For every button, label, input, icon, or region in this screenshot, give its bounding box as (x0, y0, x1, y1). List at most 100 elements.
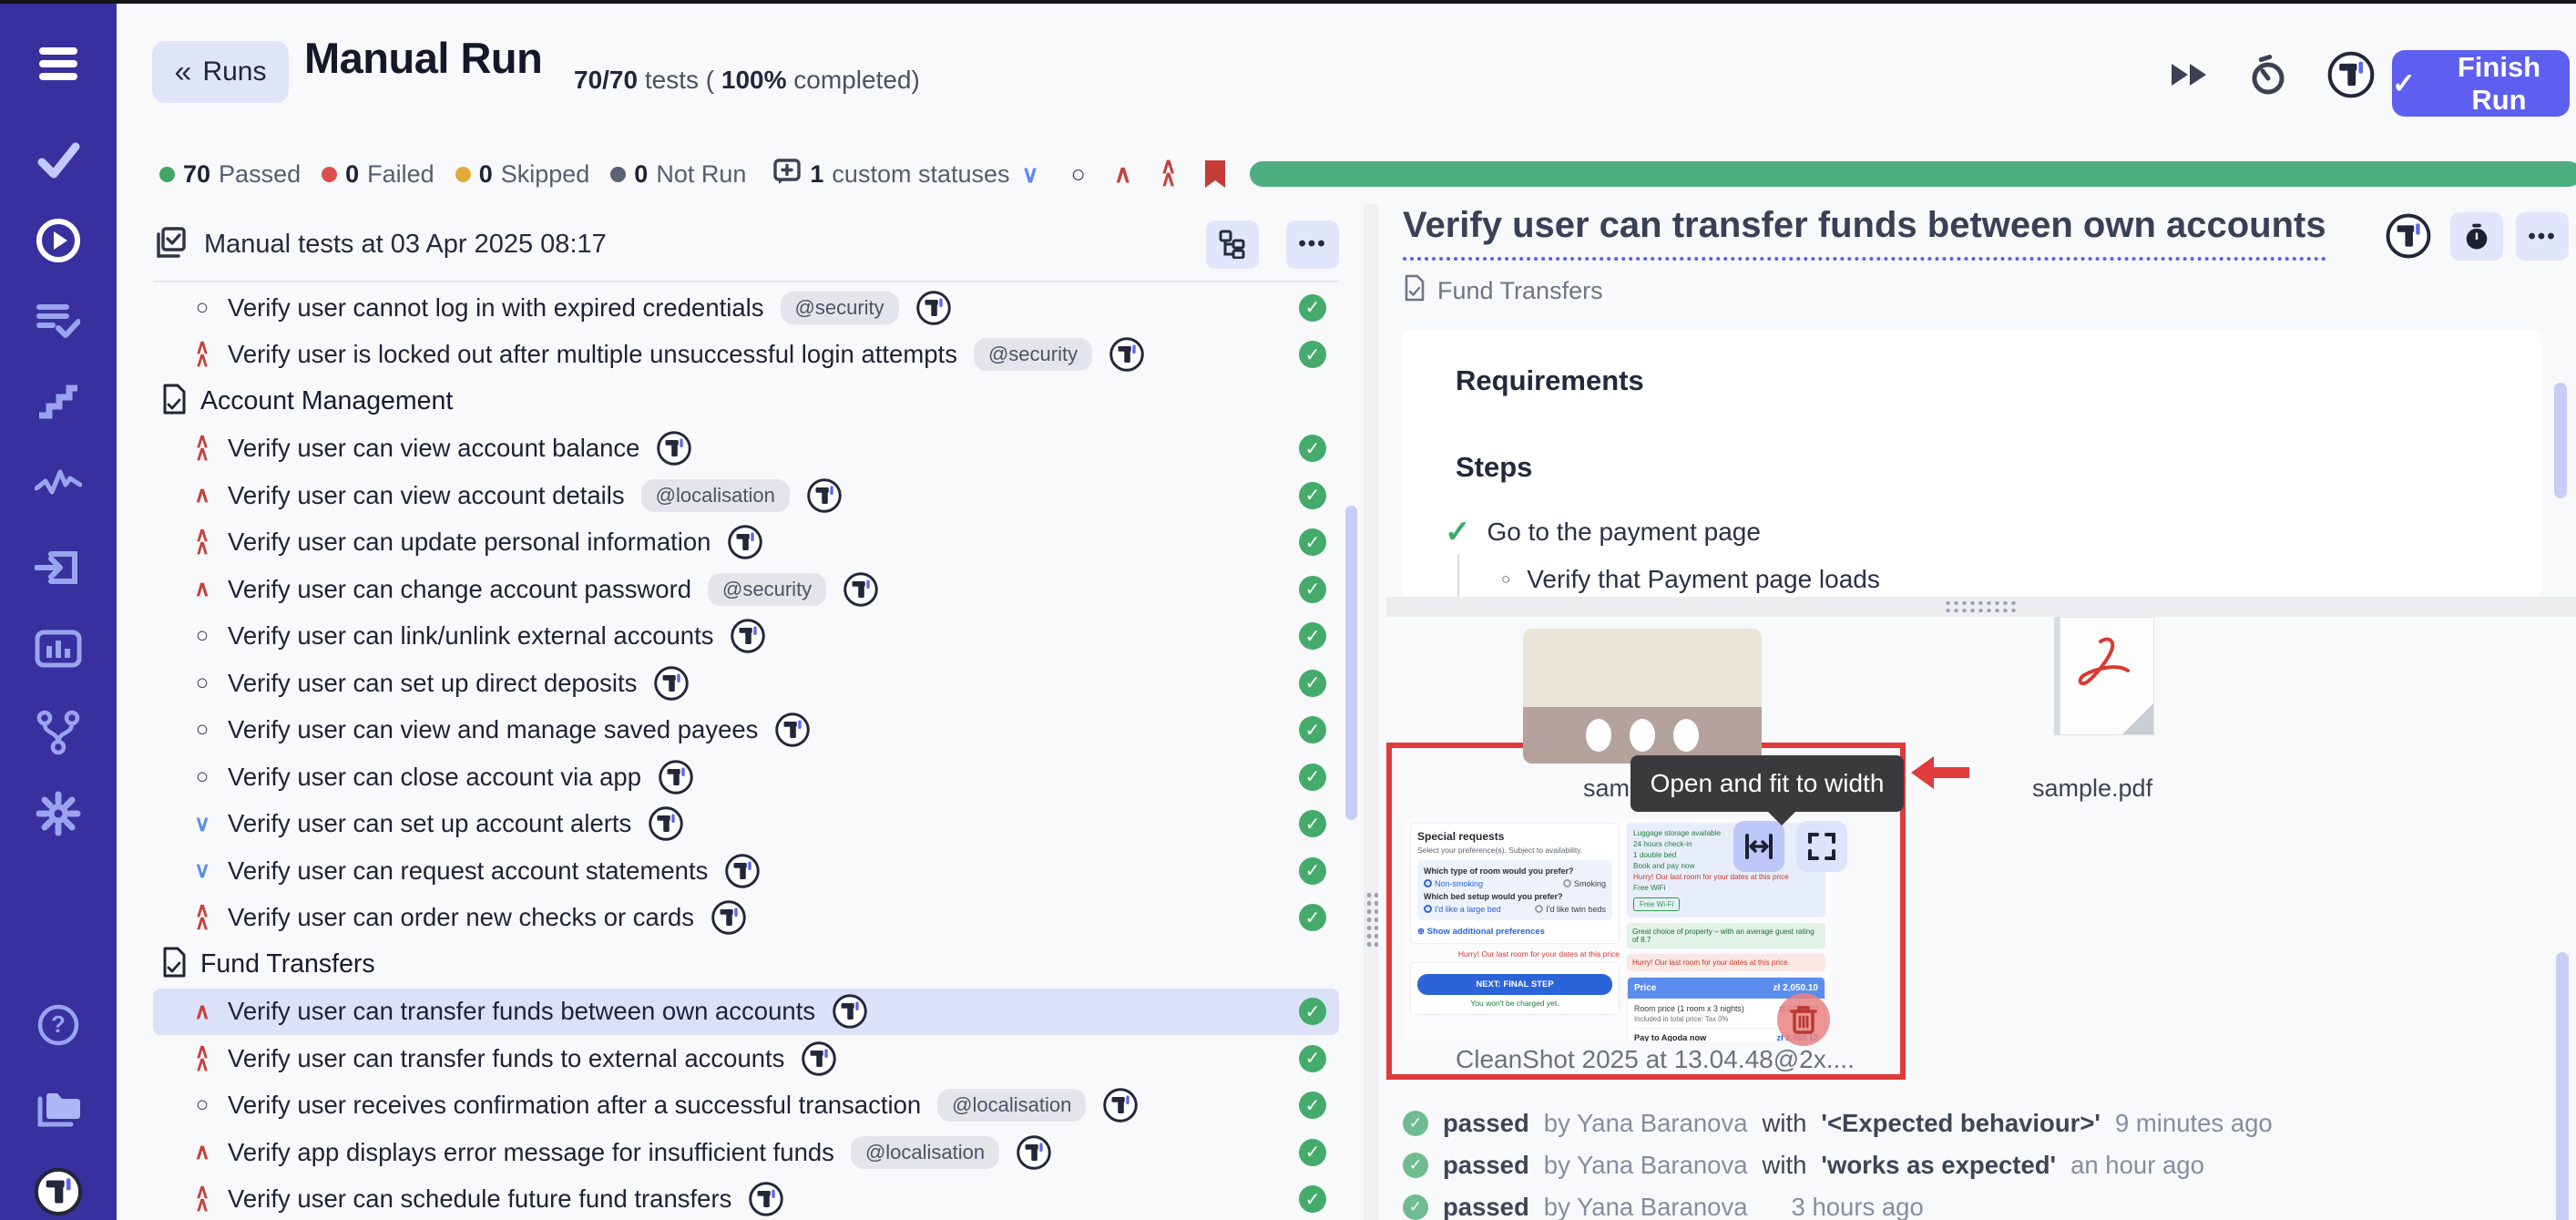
passed-status-icon[interactable]: ✓ (1299, 764, 1326, 791)
splitter-grip-icon (1944, 600, 2019, 615)
passed-status-icon[interactable]: ✓ (1299, 576, 1326, 603)
test-row[interactable]: Verify user can set up account alerts ✓ (153, 801, 1339, 848)
versions-icon[interactable] (0, 709, 117, 756)
priority-icon (188, 334, 217, 374)
horizontal-splitter[interactable] (1386, 597, 2576, 617)
test-row[interactable]: Verify user receives confirmation after … (153, 1082, 1339, 1130)
timer-icon[interactable] (2248, 55, 2288, 99)
passed-status-icon[interactable]: ✓ (1299, 1092, 1326, 1119)
test-plans-icon[interactable] (0, 301, 117, 341)
test-row[interactable]: Verify user can view account details @lo… (153, 472, 1339, 519)
passed-status-icon[interactable]: ✓ (1299, 1045, 1326, 1072)
test-row[interactable]: Verify user can set up direct deposits ✓ (153, 660, 1339, 707)
passed-status-icon[interactable]: ✓ (1299, 482, 1326, 509)
test-row[interactable]: Verify user cannot log in with expired c… (153, 284, 1339, 332)
passed-status-icon[interactable]: ✓ (1299, 904, 1326, 931)
detail-more-button[interactable]: ••• (2516, 212, 2569, 261)
section-row[interactable]: Fund Transfers (153, 941, 1339, 989)
image-attachment-thumbnail[interactable] (1523, 629, 1762, 764)
milestones-icon[interactable] (0, 383, 117, 421)
document-icon (160, 946, 188, 983)
ellipsis-icon: ••• (1298, 231, 1326, 257)
history-time: 9 minutes ago (2115, 1109, 2273, 1138)
history-entry[interactable]: ✓ passed by Yana Baranova with '<Expecte… (1403, 1102, 2558, 1144)
filter-priority-none-icon[interactable]: ○ (1071, 160, 1086, 189)
page-title: Manual Run (304, 33, 542, 83)
history-note: 'works as expected' (1821, 1151, 2056, 1180)
detail-title[interactable]: Verify user can transfer funds between o… (1403, 205, 2326, 261)
run-progress-summary: 70/70 tests ( 100% completed) (574, 66, 920, 95)
tests-icon[interactable] (0, 138, 117, 180)
test-row[interactable]: Verify user can update personal informat… (153, 519, 1339, 567)
pdf-attachment-thumbnail[interactable] (2060, 617, 2154, 735)
expand-fullscreen-button[interactable] (1796, 821, 1847, 872)
check-icon: ✓ (2392, 67, 2416, 100)
passed-status-icon[interactable]: ✓ (1299, 341, 1326, 368)
test-row[interactable]: Verify user can view account balance ✓ (153, 425, 1339, 473)
automation-logo-icon[interactable] (2385, 212, 2432, 264)
reports-icon[interactable] (0, 629, 117, 669)
passed-status-icon[interactable]: ✓ (1299, 1139, 1326, 1166)
priority-icon (188, 757, 217, 797)
brand-logo-icon[interactable] (2326, 50, 2376, 104)
detail-card-scrollbar[interactable] (2554, 383, 2567, 498)
test-row[interactable]: Verify user can close account via app ✓ (153, 754, 1339, 801)
app-logo-icon[interactable] (0, 1166, 117, 1217)
group-by-tree-button[interactable] (1206, 220, 1259, 269)
test-row-selected[interactable]: Verify user can transfer funds between o… (153, 989, 1339, 1036)
fit-to-width-button[interactable] (1733, 821, 1784, 872)
help-icon[interactable]: ? (0, 1002, 117, 1048)
runs-icon[interactable] (0, 217, 117, 264)
finish-run-button[interactable]: ✓ Finish Run (2392, 50, 2570, 117)
test-title: Verify user can view and manage saved pa… (228, 715, 758, 744)
back-to-runs-button[interactable]: « Runs (152, 41, 289, 103)
attachments-scrollbar[interactable] (2556, 952, 2569, 1220)
filter-priority-high-icon[interactable]: ∧ (1114, 160, 1132, 189)
section-row[interactable]: Account Management (153, 378, 1339, 425)
panel-more-button[interactable]: ••• (1286, 220, 1339, 269)
substep-item[interactable]: ○ Verify that Payment page loads (1501, 565, 1880, 594)
test-row[interactable]: Verify app displays error message for in… (153, 1129, 1339, 1176)
test-title: Verify user can set up direct deposits (228, 669, 637, 698)
activity-icon[interactable] (0, 466, 117, 497)
vertical-splitter[interactable] (1364, 204, 1378, 1220)
left-panel-scrollbar[interactable] (1345, 506, 1357, 820)
history-entry[interactable]: ✓ passed by Yana Baranova 3 hours ago (1403, 1186, 2558, 1220)
test-row[interactable]: Verify user can schedule future fund tra… (153, 1176, 1339, 1220)
settings-gear-icon[interactable] (0, 791, 117, 836)
timer-button[interactable] (2450, 212, 2503, 261)
test-row[interactable]: Verify user is locked out after multiple… (153, 332, 1339, 379)
passed-status-icon[interactable]: ✓ (1299, 716, 1326, 743)
chevron-down-icon[interactable]: ∨ (1022, 160, 1039, 189)
menu-icon[interactable] (0, 46, 117, 82)
import-icon[interactable] (0, 547, 117, 587)
delete-attachment-button[interactable] (1777, 993, 1830, 1046)
shot-cta-note: You won't be charged yet. (1417, 999, 1612, 1008)
passed-status-icon[interactable]: ✓ (1299, 622, 1326, 650)
passed-status-icon[interactable]: ✓ (1299, 810, 1326, 837)
test-rows: Verify user cannot log in with expired c… (153, 284, 1339, 1220)
projects-folder-icon[interactable] (0, 1086, 117, 1130)
automation-logo-icon (1109, 336, 1145, 373)
bookmark-icon[interactable] (1203, 159, 1227, 190)
passed-status-icon[interactable]: ✓ (1299, 294, 1326, 322)
breadcrumb[interactable]: Fund Transfers (1403, 273, 1603, 309)
test-row[interactable]: Verify user can change account password … (153, 566, 1339, 613)
fast-forward-icon[interactable] (2168, 58, 2210, 96)
priority-icon (188, 897, 217, 938)
passed-status-icon[interactable]: ✓ (1299, 435, 1326, 462)
test-row[interactable]: Verify user can link/unlink external acc… (153, 613, 1339, 661)
history-entry[interactable]: ✓ passed by Yana Baranova with 'works as… (1403, 1144, 2558, 1186)
shot-amenity: Book and pay now (1633, 862, 1819, 870)
filter-priority-highest-icon[interactable]: ∧∧ (1155, 156, 1182, 192)
passed-status-icon[interactable]: ✓ (1299, 528, 1326, 556)
step-item[interactable]: ✓ Go to the payment page (1445, 514, 1761, 550)
passed-status-icon[interactable]: ✓ (1299, 998, 1326, 1025)
test-row[interactable]: Verify user can order new checks or card… (153, 895, 1339, 942)
test-row[interactable]: Verify user can transfer funds to extern… (153, 1035, 1339, 1082)
passed-status-icon[interactable]: ✓ (1299, 857, 1326, 885)
passed-status-icon[interactable]: ✓ (1299, 1185, 1326, 1213)
test-row[interactable]: Verify user can request account statemen… (153, 847, 1339, 895)
passed-status-icon[interactable]: ✓ (1299, 670, 1326, 697)
test-row[interactable]: Verify user can view and manage saved pa… (153, 707, 1339, 754)
